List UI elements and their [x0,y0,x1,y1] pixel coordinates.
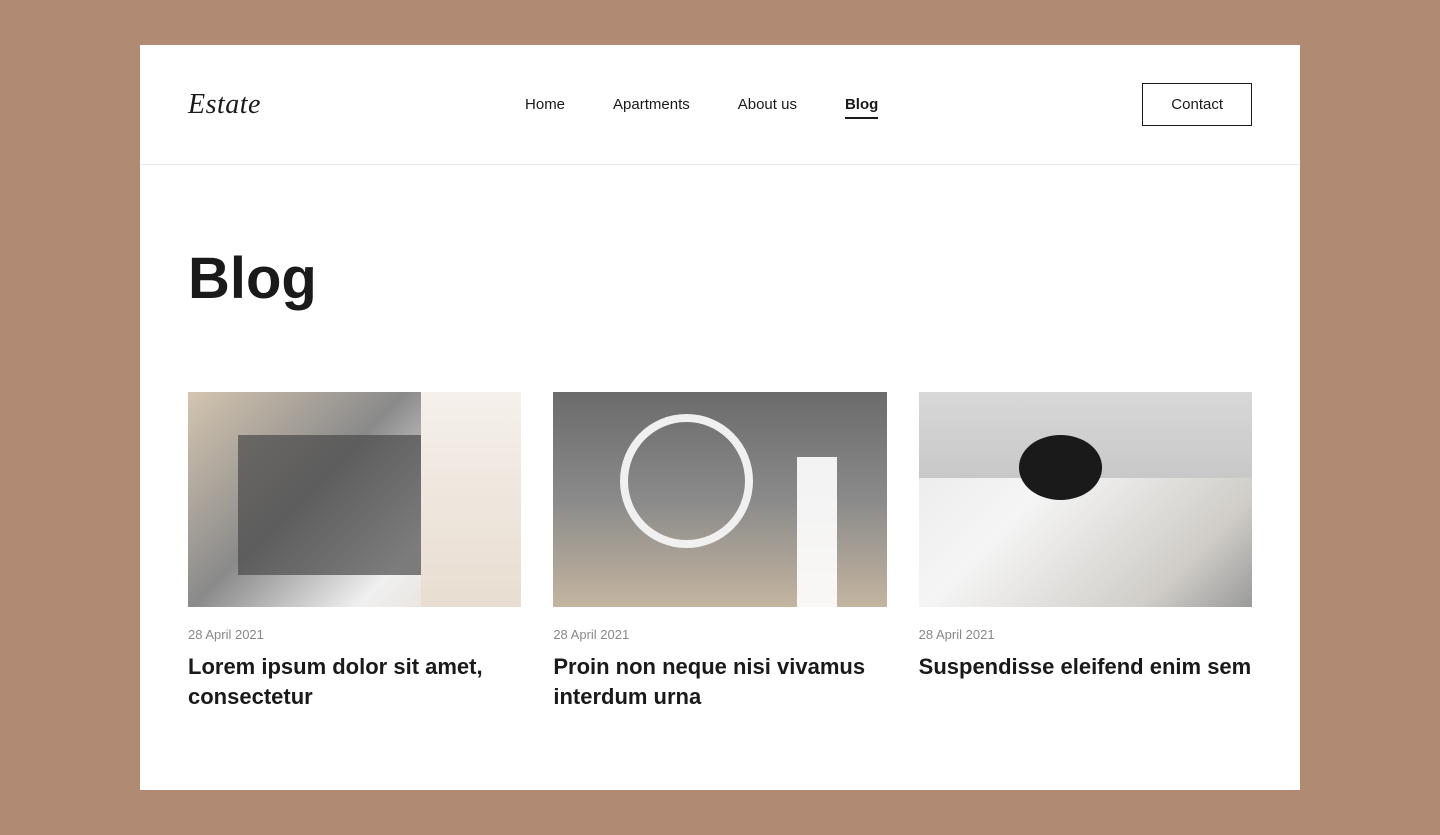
main-nav: Home Apartments About us Blog [525,96,878,113]
blog-grid: 28 April 2021 Lorem ipsum dolor sit amet… [188,392,1252,711]
blog-date: 28 April 2021 [919,627,1252,642]
site-logo[interactable]: Estate [188,89,261,121]
header: Estate Home Apartments About us Blog Con… [140,45,1300,165]
blog-card: 28 April 2021 Suspendisse eleifend enim … [919,392,1252,711]
blog-date: 28 April 2021 [188,627,521,642]
nav-item-home[interactable]: Home [525,96,565,113]
blog-image-2 [553,392,886,607]
blog-title: Suspendisse eleifend enim sem [919,652,1252,682]
nav-item-blog[interactable]: Blog [845,96,878,113]
blog-image-1 [188,392,521,607]
logo-text: Estate [188,89,261,120]
blog-card: 28 April 2021 Proin non neque nisi vivam… [553,392,886,711]
page-title: Blog [188,245,1252,312]
nav-item-about[interactable]: About us [738,96,797,113]
nav-item-apartments[interactable]: Apartments [613,96,690,113]
main-content: Blog 28 April 2021 Lorem ipsum dolor sit… [140,245,1300,711]
blog-title: Lorem ipsum dolor sit amet, consectetur [188,652,521,711]
blog-title: Proin non neque nisi vivamus interdum ur… [553,652,886,711]
page-container: Estate Home Apartments About us Blog Con… [140,45,1300,790]
contact-button[interactable]: Contact [1142,83,1252,126]
blog-image-3 [919,392,1252,607]
blog-date: 28 April 2021 [553,627,886,642]
blog-card: 28 April 2021 Lorem ipsum dolor sit amet… [188,392,521,711]
